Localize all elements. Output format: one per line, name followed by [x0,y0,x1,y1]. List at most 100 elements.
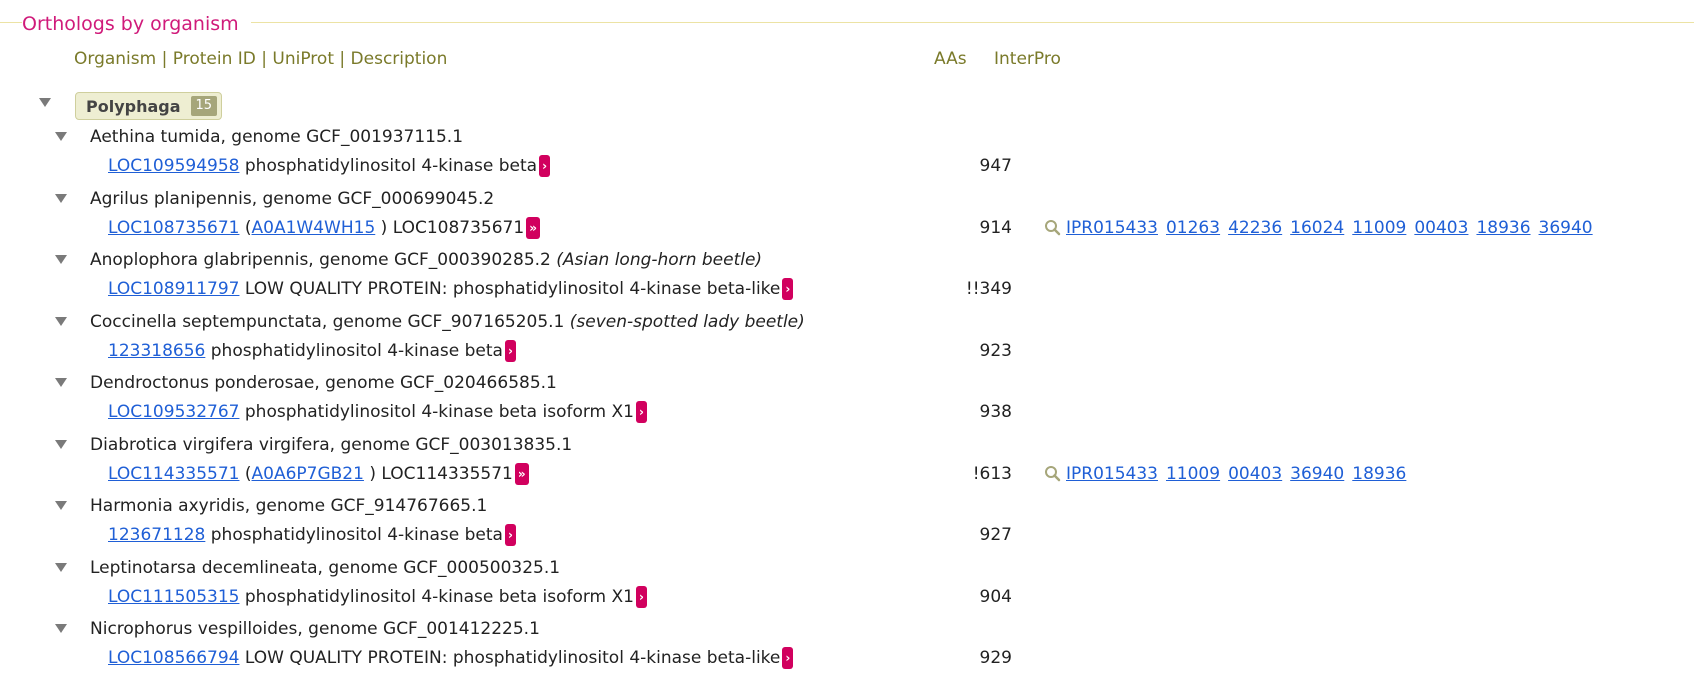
uniprot-paren-open: ( [244,218,252,238]
organism-row: Harmonia axyridis, genome GCF_914767665.… [90,495,487,517]
organism-name: Anoplophora glabripennis, genome GCF_000… [90,250,551,270]
protein-row: LOC114335571 (A0A6P7GB21 ) LOC114335571» [108,463,529,485]
magnifier-icon[interactable] [1044,218,1062,238]
protein-row: LOC108911797 LOW QUALITY PROTEIN: phosph… [108,278,794,300]
column-interpro[interactable]: InterPro [994,48,1061,70]
organism-name: Nicrophorus vespilloides, genome GCF_001… [90,619,540,639]
protein-description: phosphatidylinositol 4-kinase beta [210,341,503,361]
aa-length: !!349 [965,279,1012,299]
organism-collapse-icon[interactable] [55,501,67,510]
protein-id-link[interactable]: LOC109594958 [108,155,239,177]
organism-collapse-icon[interactable] [55,194,67,203]
protein-id-link[interactable]: 123318656 [108,340,205,362]
aa-length: !613 [972,464,1012,484]
section-divider [0,22,1694,23]
organism-row: Coccinella septempunctata, genome GCF_90… [90,311,805,333]
protein-id-link[interactable]: LOC114335571 [108,463,239,485]
protein-id-link[interactable]: LOC109532767 [108,401,239,423]
expand-more-icon[interactable]: › [635,401,647,423]
expand-more-icon[interactable]: › [504,524,516,546]
organism-row: Agrilus planipennis, genome GCF_00069904… [90,188,494,210]
expand-more-double-icon[interactable]: » [526,217,540,239]
aa-length: 904 [979,587,1012,607]
aa-length: 923 [979,341,1012,361]
group-badge[interactable]: Polyphaga 15 [75,92,223,120]
protein-description: LOC114335571 [381,464,513,484]
protein-description: phosphatidylinositol 4-kinase beta [244,156,538,176]
column-separator: | [339,49,346,69]
group-collapse-icon[interactable] [39,98,51,107]
organism-row: Nicrophorus vespilloides, genome GCF_001… [90,618,540,640]
group-count-badge: 15 [190,96,218,116]
protein-id-link[interactable]: LOC108735671 [108,217,239,239]
organism-row: Aethina tumida, genome GCF_001937115.1 [90,126,463,148]
organism-name: Aethina tumida, genome GCF_001937115.1 [90,127,464,147]
protein-row: LOC111505315 phosphatidylinositol 4-kina… [108,586,647,608]
protein-description: LOW QUALITY PROTEIN: phosphatidylinosito… [244,279,781,299]
group-name: Polyphaga [86,96,181,116]
protein-row: LOC109532767 phosphatidylinositol 4-kina… [108,401,647,423]
protein-id-link[interactable]: LOC108911797 [108,278,239,300]
interpro-link[interactable]: 11009 [1166,463,1220,485]
column-separator: | [161,49,168,69]
organism-row: Diabrotica virgifera virgifera, genome G… [90,434,572,456]
column-uniprot[interactable]: UniProt [272,49,334,69]
magnifier-icon[interactable] [1044,464,1062,484]
aa-length: 929 [979,648,1012,668]
uniprot-paren-open: ( [244,464,252,484]
interpro-link[interactable]: IPR015433 [1066,463,1158,485]
organism-row: Anoplophora glabripennis, genome GCF_000… [90,249,762,271]
organism-collapse-icon[interactable] [55,440,67,449]
aa-length: 914 [979,218,1012,238]
organism-row: Leptinotarsa decemlineata, genome GCF_00… [90,557,560,579]
organism-name: Harmonia axyridis, genome GCF_914767665.… [90,496,488,516]
protein-description: phosphatidylinositol 4-kinase beta isofo… [244,402,634,422]
interpro-link[interactable]: 36940 [1290,463,1344,485]
protein-description: phosphatidylinositol 4-kinase beta isofo… [244,587,634,607]
uniprot-link[interactable]: A0A1W4WH15 [252,217,376,239]
protein-id-link[interactable]: LOC111505315 [108,586,239,608]
organism-collapse-icon[interactable] [55,378,67,387]
section-header: Orthologs by organism [0,6,1694,40]
interpro-link[interactable]: 16024 [1290,217,1344,239]
column-protein-id[interactable]: Protein ID [173,49,256,69]
expand-more-icon[interactable]: › [782,278,794,300]
protein-id-link[interactable]: LOC108566794 [108,647,239,669]
interpro-link[interactable]: 36940 [1539,217,1593,239]
organism-collapse-icon[interactable] [55,255,67,264]
interpro-link[interactable]: 00403 [1414,217,1468,239]
aa-length: 938 [979,402,1012,422]
section-title[interactable]: Orthologs by organism [22,12,251,36]
organism-name: Coccinella septempunctata, genome GCF_90… [90,312,565,332]
interpro-link[interactable]: 11009 [1352,217,1406,239]
column-aas[interactable]: AAs [934,48,967,70]
interpro-link[interactable]: 00403 [1228,463,1282,485]
interpro-link[interactable]: 42236 [1228,217,1282,239]
interpro-link[interactable]: IPR015433 [1066,217,1158,239]
protein-description: LOC108735671 [392,218,525,238]
protein-row: LOC108566794 LOW QUALITY PROTEIN: phosph… [108,647,794,669]
expand-more-double-icon[interactable]: » [514,463,529,485]
organism-collapse-icon[interactable] [55,563,67,572]
expand-more-icon[interactable]: › [782,647,794,669]
organism-name: Leptinotarsa decemlineata, genome GCF_00… [90,558,561,578]
aa-length: 947 [979,156,1012,176]
uniprot-link[interactable]: A0A6P7GB21 [252,463,364,485]
expand-more-icon[interactable]: › [635,586,647,608]
interpro-link[interactable]: 18936 [1476,217,1530,239]
expand-more-icon[interactable]: › [539,155,551,177]
organism-collapse-icon[interactable] [55,317,67,326]
column-organism[interactable]: Organism [74,49,156,69]
organism-common-name: (seven-spotted lady beetle) [569,312,805,332]
organism-collapse-icon[interactable] [55,624,67,633]
uniprot-paren-close: ) [380,218,388,238]
interpro-link[interactable]: 18936 [1352,463,1406,485]
protein-row: LOC108735671 (A0A1W4WH15 ) LOC108735671» [108,217,540,239]
column-description[interactable]: Description [351,49,448,69]
interpro-link[interactable]: 01263 [1166,217,1220,239]
organism-collapse-icon[interactable] [55,132,67,141]
protein-id-link[interactable]: 123671128 [108,524,205,546]
expand-more-icon[interactable]: › [504,340,516,362]
organism-name: Diabrotica virgifera virgifera, genome G… [90,435,573,455]
organism-row: Dendroctonus ponderosae, genome GCF_0204… [90,372,557,394]
